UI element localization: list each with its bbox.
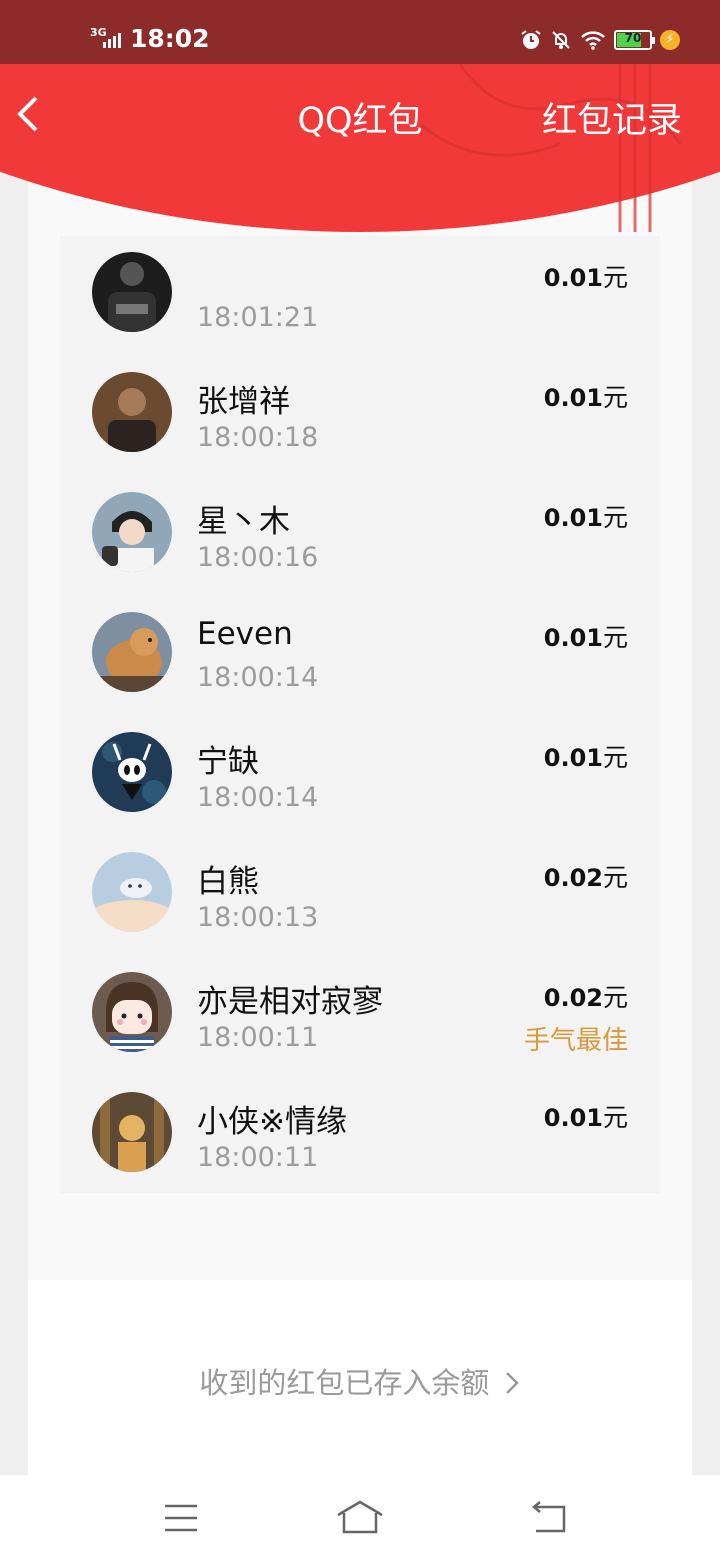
back-icon[interactable] [528,1501,568,1533]
alarm-icon [521,30,541,49]
list-item[interactable]: 18:01:21 0.01元 [60,236,660,356]
avatar [92,1092,172,1172]
sender-name: 亦是相对寂寥 [197,984,383,1020]
received-time: 18:00:11 [197,1142,319,1173]
best-luck-badge: 手气最佳 [523,1026,628,1056]
signal-icon [103,30,123,48]
sender-name: 小侠※情缘 [197,1104,347,1140]
system-nav-bar [0,1475,720,1560]
list-item[interactable]: 亦是相对寂寥 18:00:11 0.02元 手气最佳 [60,956,660,1076]
amount: 0.02元 [543,863,628,892]
amount: 0.01元 [543,383,628,412]
avatar [92,732,172,812]
received-time: 18:00:16 [197,542,319,573]
records-list: 18:01:21 0.01元 张增祥 18:00:18 0.01元 星丶木 18… [60,236,660,1193]
header-pattern [420,64,682,232]
sender-name: 星丶木 [197,504,290,540]
received-time: 18:00:13 [197,902,319,933]
status-bar: 3G 18:02 70 ⚡ [0,0,720,64]
list-item[interactable]: Eeven 18:00:14 0.01元 [60,596,660,716]
sender-name: 宁缺 [197,744,259,780]
amount: 0.01元 [543,743,628,772]
charging-icon: ⚡ [660,30,680,50]
avatar [92,492,172,572]
clock: 18:02 [130,24,210,53]
avatar [92,852,172,932]
sender-name: Eeven [197,616,293,652]
home-icon[interactable] [336,1499,384,1535]
received-time: 18:01:21 [197,302,319,333]
amount: 0.01元 [543,263,628,292]
amount: 0.02元 [543,983,628,1012]
header: QQ红包 红包记录 [0,64,720,232]
mute-icon [552,31,570,49]
avatar [92,612,172,692]
amount: 0.01元 [543,1103,628,1132]
amount: 0.01元 [543,503,628,532]
sender-name: 白熊 [197,864,259,900]
sender-name: 张增祥 [197,384,290,420]
list-item[interactable]: 宁缺 18:00:14 0.01元 [60,716,660,836]
balance-link[interactable]: 收到的红包已存入余额 [0,1360,720,1402]
list-item[interactable]: 星丶木 18:00:16 0.01元 [60,476,660,596]
list-item[interactable]: 张增祥 18:00:18 0.01元 [60,356,660,476]
received-time: 18:00:11 [197,1022,319,1053]
battery-level: 70 [624,31,642,45]
avatar [92,972,172,1052]
received-time: 18:00:14 [197,662,319,693]
amount: 0.01元 [543,623,628,652]
balance-link-label: 收到的红包已存入余额 [199,1366,490,1400]
list-item[interactable]: 小侠※情缘 18:00:11 0.01元 [60,1076,660,1196]
avatar [92,252,172,332]
battery-icon: 70 [614,30,655,50]
chevron-right-icon [505,1372,519,1394]
received-time: 18:00:14 [197,782,319,813]
received-time: 18:00:18 [197,422,319,453]
avatar [92,372,172,452]
list-item[interactable]: 白熊 18:00:13 0.02元 [60,836,660,956]
records-link[interactable]: 红包记录 [542,92,682,143]
menu-icon[interactable] [163,1503,199,1533]
wifi-icon [581,31,605,50]
